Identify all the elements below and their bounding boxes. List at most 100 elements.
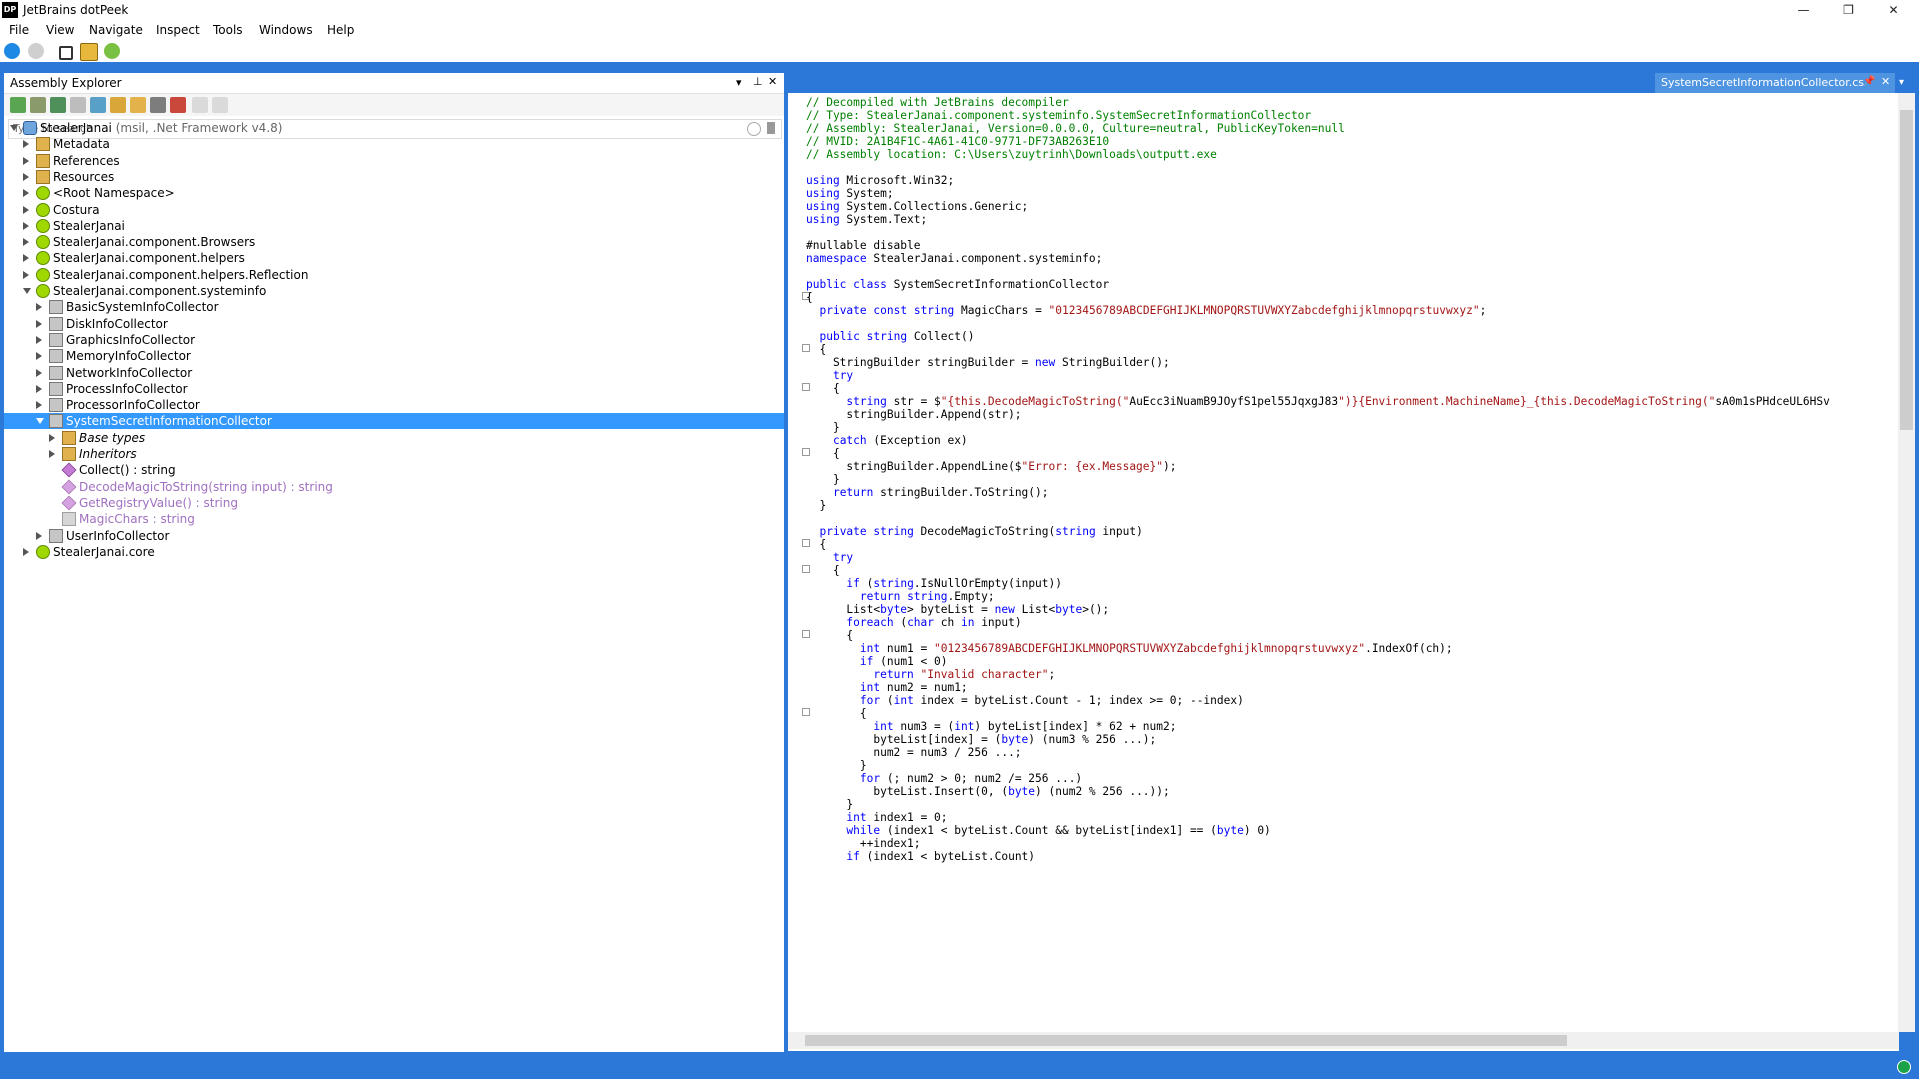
expand-arrow-icon[interactable] <box>23 140 29 149</box>
tree-item[interactable]: Metadata <box>4 136 784 152</box>
expand-arrow-icon[interactable] <box>36 531 42 540</box>
expand-arrow-icon[interactable] <box>23 221 29 230</box>
tree-item[interactable]: Inheritors <box>4 446 784 462</box>
private-method-icon <box>61 479 77 495</box>
tree-item[interactable]: Base types <box>4 430 784 446</box>
tree-item[interactable]: BasicSystemInfoCollector <box>4 299 784 315</box>
collapse-arrow-icon[interactable] <box>23 288 31 294</box>
expand-arrow-icon[interactable] <box>23 156 29 165</box>
tree-item-label: Inheritors <box>79 447 137 461</box>
tab-list-icon[interactable]: ▾ <box>1899 77 1904 88</box>
expand-arrow-icon[interactable] <box>36 319 42 328</box>
tree-item[interactable]: Collect() : string <box>4 462 784 478</box>
maximize-button[interactable]: ❐ <box>1826 0 1871 20</box>
expand-arrow-icon[interactable] <box>36 401 42 410</box>
decompiled-code[interactable]: // Decompiled with JetBrains decompiler /… <box>806 95 1896 1030</box>
vertical-scroll-thumb[interactable] <box>1900 110 1913 430</box>
expand-arrow-icon[interactable] <box>23 205 29 214</box>
menu-help[interactable]: Help <box>327 23 354 37</box>
expand-arrow-icon[interactable] <box>36 352 42 361</box>
expand-arrow-icon[interactable] <box>36 303 42 312</box>
collapse-arrow-icon[interactable] <box>10 125 18 131</box>
tree-item[interactable]: GetRegistryValue() : string <box>4 495 784 511</box>
assembly-list-icon[interactable] <box>110 97 126 113</box>
expand-arrow-icon[interactable] <box>23 270 29 279</box>
tree-item-label: Collect() : string <box>79 463 176 478</box>
open-from-gac-icon[interactable] <box>50 97 66 113</box>
tree-item[interactable]: StealerJanai.component.systeminfo <box>4 283 784 299</box>
tree-item[interactable]: ProcessorInfoCollector <box>4 397 784 413</box>
open-assembly-icon[interactable] <box>80 43 98 61</box>
tab-close-icon[interactable]: ✕ <box>1881 75 1890 88</box>
open-folder-icon[interactable] <box>30 97 46 113</box>
expand-arrow-icon[interactable] <box>23 254 29 263</box>
tree-item[interactable]: StealerJanai (msil, .Net Framework v4.8) <box>4 120 784 136</box>
code-line: { <box>806 291 813 304</box>
close-button[interactable]: ✕ <box>1871 0 1916 20</box>
menu-file[interactable]: File <box>9 23 29 37</box>
tab-pin-icon[interactable]: 📌 <box>1863 76 1875 87</box>
remove-assembly-icon[interactable] <box>170 97 186 113</box>
expand-arrow-icon[interactable] <box>36 384 42 393</box>
tree-item[interactable]: MagicChars : string <box>4 511 784 527</box>
expand-arrow-icon[interactable] <box>36 368 42 377</box>
code-line: #nullable disable <box>806 239 921 252</box>
menu-view[interactable]: View <box>46 23 74 37</box>
tree-item[interactable]: MemoryInfoCollector <box>4 348 784 364</box>
tree-item[interactable]: Resources <box>4 169 784 185</box>
pin-icon[interactable]: ⊥ <box>753 75 763 88</box>
tree-item[interactable]: StealerJanai.component.helpers <box>4 250 784 266</box>
tab-systemsecretinformationcollector[interactable]: SystemSecretInformationCollector.cs 📌 ✕ <box>1655 73 1895 93</box>
tree-item[interactable]: SystemSecretInformationCollector <box>4 413 784 430</box>
minimize-button[interactable]: — <box>1781 0 1826 20</box>
forward-icon[interactable] <box>28 43 44 59</box>
code-line: private const string MagicChars = "01234… <box>819 304 1487 317</box>
pane-menu-icon[interactable]: ▾ <box>736 76 742 89</box>
menu-windows[interactable]: Windows <box>259 23 313 37</box>
expand-arrow-icon[interactable] <box>49 433 55 442</box>
collapse-arrow-icon[interactable] <box>36 418 44 425</box>
tree-item[interactable]: Costura <box>4 202 784 218</box>
tree-item[interactable]: DecodeMagicToString(string input) : stri… <box>4 479 784 495</box>
open-nuget-icon[interactable] <box>70 97 86 113</box>
back-icon[interactable] <box>4 43 20 59</box>
tree-item[interactable]: <Root Namespace> <box>4 185 784 201</box>
method-icon <box>61 462 77 478</box>
class-icon <box>49 349 63 364</box>
menu-navigate[interactable]: Navigate <box>89 23 143 37</box>
tree-item[interactable]: GraphicsInfoCollector <box>4 332 784 348</box>
collapse-all-icon[interactable] <box>150 97 166 113</box>
run-icon[interactable] <box>104 43 120 59</box>
tree-item-label: DiskInfoCollector <box>66 316 168 331</box>
expand-arrow-icon[interactable] <box>36 335 42 344</box>
tree-item[interactable]: UserInfoCollector <box>4 528 784 544</box>
expand-arrow-icon[interactable] <box>23 189 29 198</box>
tree-item[interactable]: StealerJanai.component.helpers.Reflectio… <box>4 267 784 283</box>
stop-icon[interactable] <box>59 46 73 60</box>
code-line: try <box>832 369 854 382</box>
expand-arrow-icon[interactable] <box>23 547 29 556</box>
horizontal-scroll-thumb[interactable] <box>805 1035 1567 1046</box>
tree-item[interactable]: ProcessInfoCollector <box>4 381 784 397</box>
sort-icon[interactable] <box>192 97 208 113</box>
code-line: } <box>806 499 827 512</box>
tree-item-label: MemoryInfoCollector <box>66 349 191 364</box>
expand-arrow-icon[interactable] <box>23 238 29 247</box>
refresh-icon[interactable] <box>90 97 106 113</box>
menu-tools[interactable]: Tools <box>213 23 243 37</box>
filter-icon[interactable] <box>212 97 228 113</box>
expand-arrow-icon[interactable] <box>23 172 29 181</box>
tree-item[interactable]: StealerJanai.component.Browsers <box>4 234 784 250</box>
tree-item-label: Metadata <box>53 137 110 152</box>
tree-item[interactable]: StealerJanai <box>4 218 784 234</box>
close-pane-icon[interactable]: ✕ <box>768 75 777 88</box>
tree-item[interactable]: StealerJanai.core <box>4 544 784 560</box>
export-project-icon[interactable] <box>130 97 146 113</box>
menu-inspect[interactable]: Inspect <box>156 23 200 37</box>
tree-item[interactable]: NetworkInfoCollector <box>4 365 784 381</box>
add-assembly-icon[interactable] <box>10 97 26 113</box>
tree-item-label: Costura <box>53 202 100 217</box>
expand-arrow-icon[interactable] <box>49 450 55 458</box>
tree-item[interactable]: DiskInfoCollector <box>4 316 784 332</box>
tree-item[interactable]: References <box>4 153 784 169</box>
